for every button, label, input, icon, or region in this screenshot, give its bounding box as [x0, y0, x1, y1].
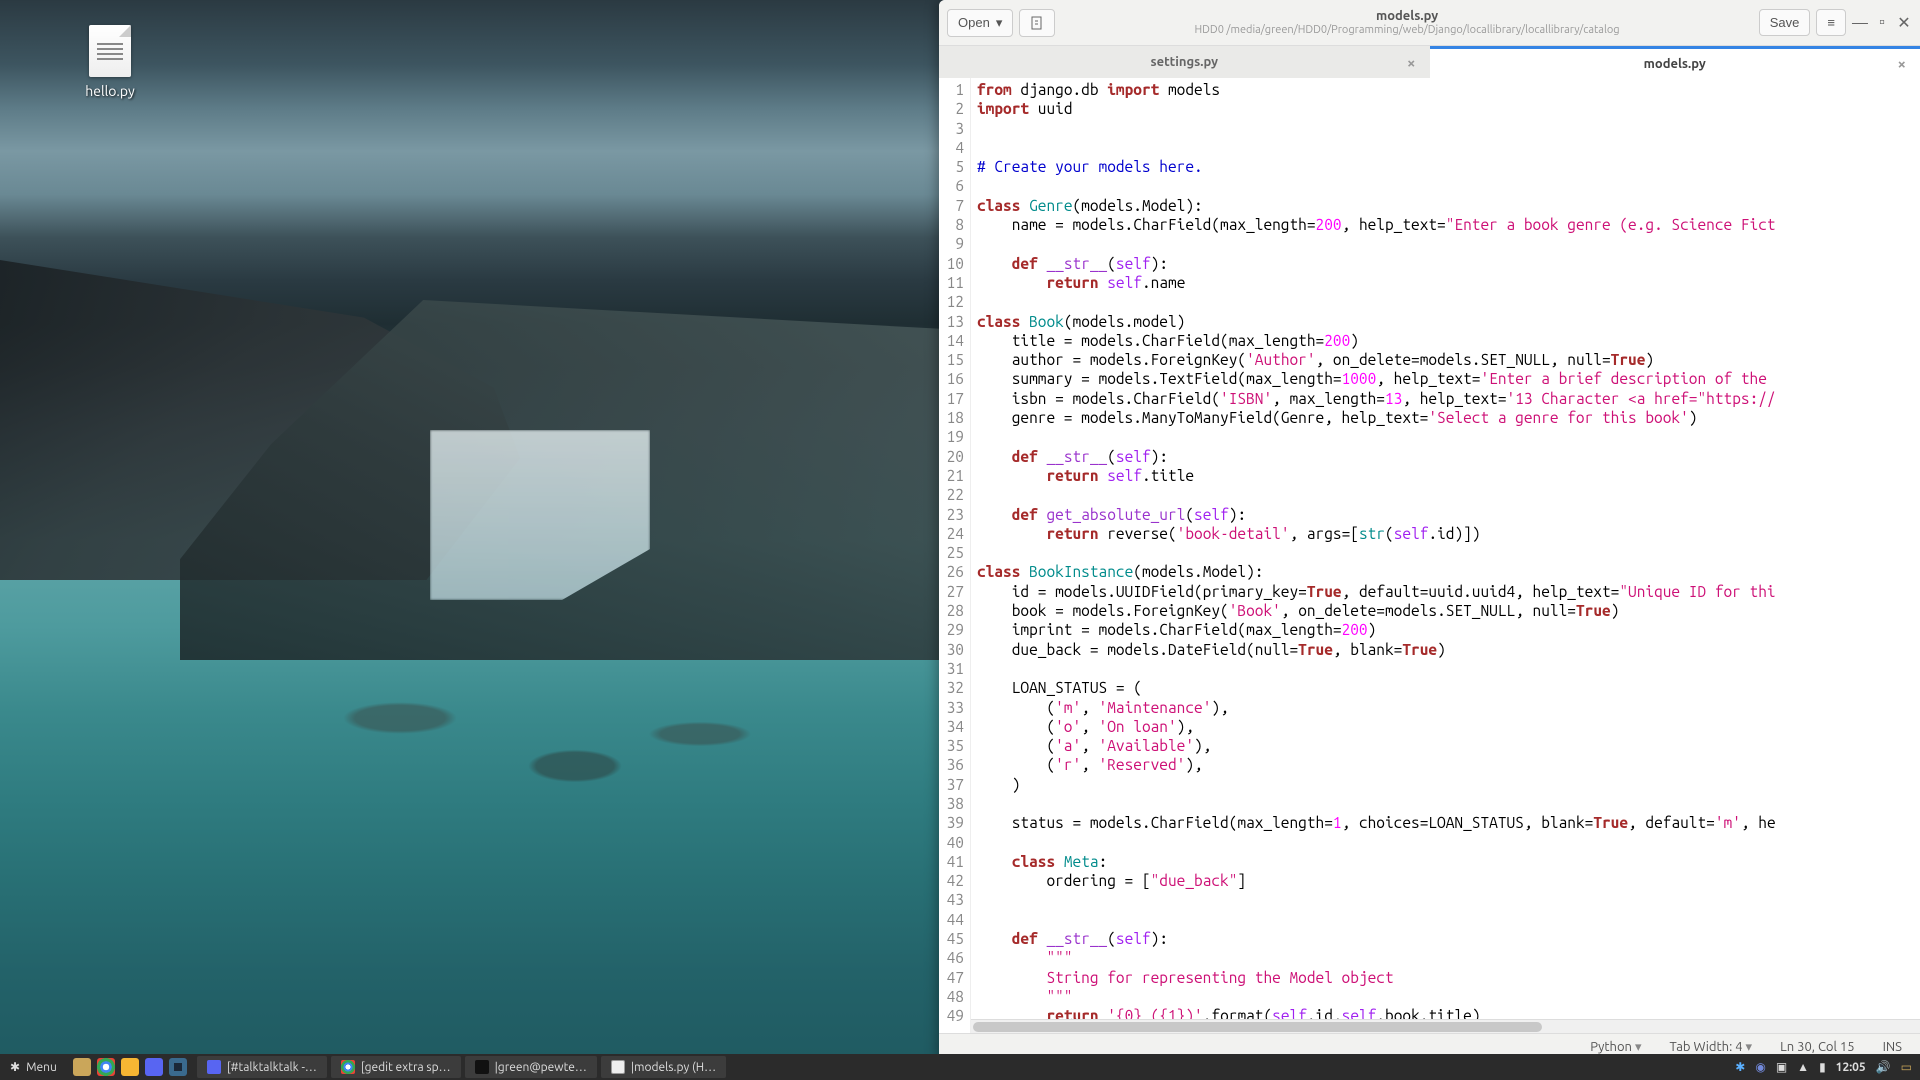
new-document-button[interactable] [1019, 9, 1055, 37]
taskbar-item-label: |models.py (H… [631, 1061, 716, 1074]
open-button-label: Open [958, 15, 990, 30]
terminal-icon [475, 1060, 489, 1074]
tab-label: models.py [1644, 57, 1706, 71]
desktop-file-label: hello.py [70, 83, 150, 99]
taskbar-item-chrome[interactable]: [gedit extra sp… [331, 1056, 461, 1078]
tab-label: settings.py [1150, 55, 1218, 69]
tab-settings-py[interactable]: settings.py × [939, 46, 1430, 78]
editor-body[interactable]: 1 2 3 4 5 6 7 8 9 10 11 12 13 14 15 16 1… [939, 78, 1920, 1033]
files-icon[interactable] [73, 1058, 91, 1076]
quick-launch [67, 1058, 193, 1076]
save-button[interactable]: Save [1759, 9, 1811, 36]
bluetooth-icon[interactable]: ✱ [1735, 1060, 1745, 1074]
taskbar-item-label: [#talktalktalk -… [227, 1061, 317, 1074]
tab-close-icon[interactable]: × [1898, 55, 1906, 72]
start-menu-label: Menu [26, 1061, 57, 1074]
moon-icon[interactable] [121, 1058, 139, 1076]
insert-mode: INS [1883, 1040, 1902, 1054]
system-tray: ✱ ◉ ▣ ▲ ▮ 12:05 🔊 ▭ [1727, 1060, 1920, 1074]
discord-tray-icon[interactable]: ◉ [1755, 1060, 1765, 1074]
chrome-icon[interactable] [97, 1058, 115, 1076]
start-menu-button[interactable]: ✱ Menu [0, 1060, 67, 1074]
volume-icon[interactable]: 🔊 [1876, 1060, 1891, 1074]
document-tabs: settings.py × models.py × [939, 46, 1920, 78]
tab-width-selector[interactable]: Tab Width: 4 [1670, 1040, 1753, 1055]
desktop-rocks [300, 670, 800, 830]
taskbar-item-label: |green@pewte… [495, 1061, 587, 1074]
horizontal-scrollbar[interactable] [971, 1019, 1920, 1033]
show-desktop-icon[interactable]: ▭ [1901, 1060, 1912, 1074]
steam-icon[interactable] [169, 1058, 187, 1076]
close-button[interactable]: ✕ [1896, 15, 1912, 31]
gedit-icon [611, 1060, 625, 1074]
discord-icon [207, 1060, 221, 1074]
discord-icon[interactable] [145, 1058, 163, 1076]
desktop-file-hello-py[interactable]: hello.py [70, 25, 150, 99]
cursor-position: Ln 30, Col 15 [1780, 1040, 1854, 1054]
file-icon [89, 25, 131, 77]
language-selector[interactable]: Python [1590, 1040, 1641, 1055]
taskbar-item-terminal[interactable]: |green@pewte… [465, 1056, 597, 1078]
titlebar: Open ▾ models.py HDD0 /media/green/HDD0/… [939, 0, 1920, 46]
code-area[interactable]: from django.db import models import uuid… [971, 78, 1920, 1033]
chevron-down-icon: ▾ [996, 15, 1003, 31]
chrome-icon [341, 1060, 355, 1074]
tab-close-icon[interactable]: × [1407, 54, 1415, 71]
wifi-icon[interactable]: ▲ [1797, 1060, 1809, 1074]
maximize-button[interactable]: ▫ [1874, 15, 1890, 31]
taskbar-item-label: [gedit extra sp… [361, 1061, 451, 1074]
gedit-window: Open ▾ models.py HDD0 /media/green/HDD0/… [939, 0, 1920, 1060]
taskbar: ✱ Menu [#talktalktalk -… [gedit extra sp… [0, 1054, 1920, 1080]
hamburger-menu-button[interactable]: ≡ [1816, 9, 1846, 36]
minimize-button[interactable]: — [1852, 15, 1868, 31]
tab-models-py[interactable]: models.py × [1430, 46, 1920, 78]
open-button[interactable]: Open ▾ [947, 9, 1013, 37]
window-title: models.py [1063, 9, 1750, 23]
taskbar-item-gedit[interactable]: |models.py (H… [601, 1056, 726, 1078]
scrollbar-thumb[interactable] [973, 1022, 1542, 1032]
start-menu-icon: ✱ [10, 1060, 20, 1074]
clock[interactable]: 12:05 [1836, 1061, 1866, 1074]
window-subtitle-path: HDD0 /media/green/HDD0/Programming/web/D… [1063, 24, 1750, 36]
battery-icon[interactable]: ▮ [1819, 1060, 1826, 1074]
line-number-gutter: 1 2 3 4 5 6 7 8 9 10 11 12 13 14 15 16 1… [939, 78, 971, 1033]
shield-icon[interactable]: ▣ [1776, 1060, 1787, 1074]
taskbar-item-discord[interactable]: [#talktalktalk -… [197, 1056, 327, 1078]
